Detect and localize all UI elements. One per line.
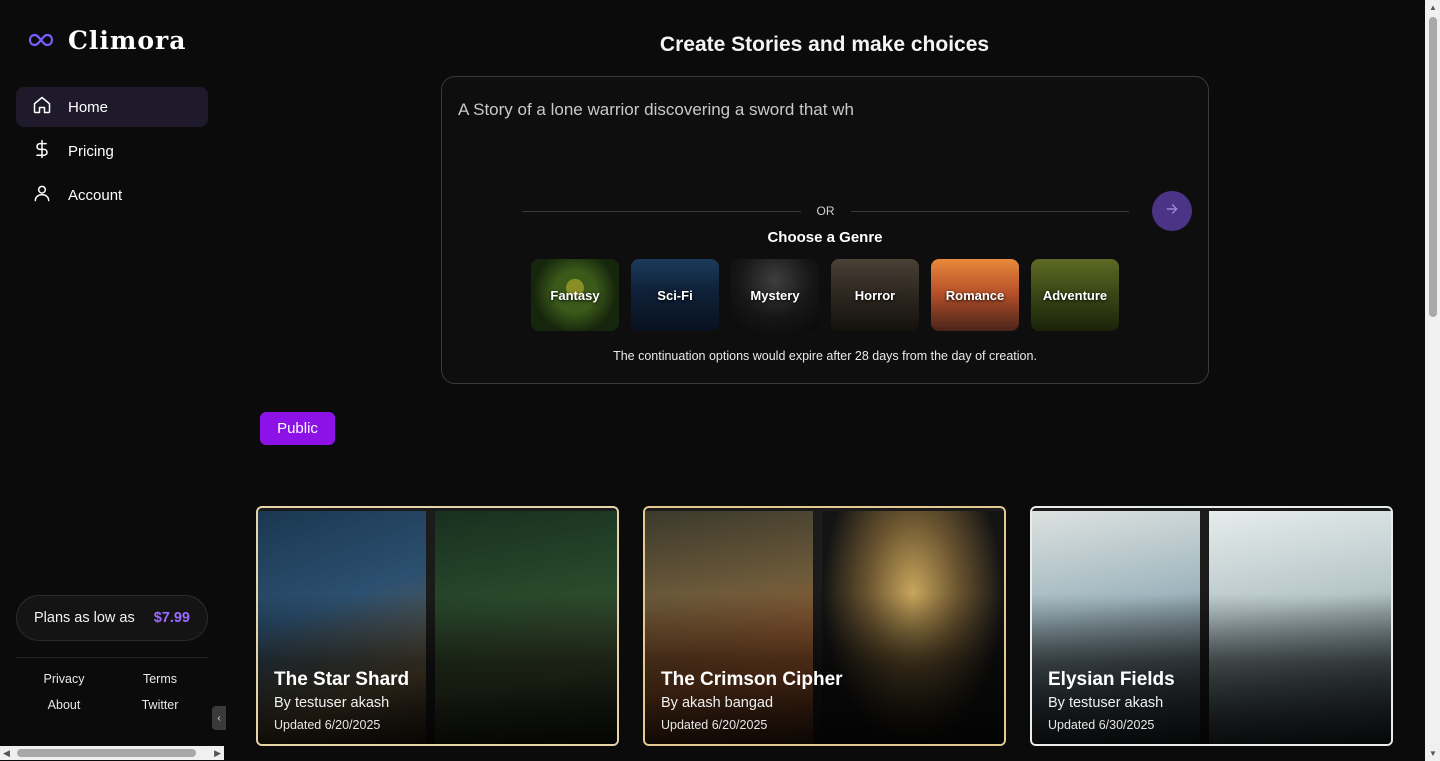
create-story-panel: OR Choose a Genre Fantasy Sci-Fi Mystery <box>441 76 1209 384</box>
story-card[interactable]: Elysian Fields By testuser akash Updated… <box>1030 506 1393 746</box>
sidebar-divider <box>16 657 208 658</box>
scrollbar-thumb[interactable] <box>17 749 196 757</box>
sidebar: Climora Home Pricing Account Plans as lo… <box>0 0 226 761</box>
genre-adventure[interactable]: Adventure <box>1031 259 1119 331</box>
divider-line <box>522 210 801 212</box>
scroll-down-icon[interactable]: ▼ <box>1429 749 1437 758</box>
horizontal-scrollbar[interactable]: ◀ ▶ <box>0 746 224 760</box>
genre-title: Choose a Genre <box>767 229 883 246</box>
scroll-up-icon[interactable]: ▲ <box>1429 3 1437 12</box>
genre-label: Horror <box>854 287 896 303</box>
genre-label: Mystery <box>750 287 800 303</box>
genre-label: Adventure <box>1042 287 1108 303</box>
infinity-icon <box>28 24 54 56</box>
story-updated: Updated 6/20/2025 <box>274 718 381 732</box>
plans-text: Plans as low as <box>34 610 135 626</box>
twitter-link[interactable]: Twitter <box>112 698 208 712</box>
genre-fantasy[interactable]: Fantasy <box>531 259 619 331</box>
vertical-scrollbar[interactable]: ▲ ▼ <box>1425 0 1440 761</box>
story-updated: Updated 6/30/2025 <box>1048 718 1155 732</box>
chevron-left-icon: ‹ <box>217 712 221 724</box>
brand-name: Climora <box>68 25 187 55</box>
or-divider: OR <box>522 203 1129 219</box>
sidebar-item-label: Account <box>68 186 123 204</box>
plans-price: $7.99 <box>153 610 190 626</box>
genre-list: Fantasy Sci-Fi Mystery Horror Romance Ad… <box>531 259 1119 331</box>
genre-label: Romance <box>945 287 1005 303</box>
expiry-note: The continuation options would expire af… <box>613 349 1037 363</box>
sidebar-item-account[interactable]: Account <box>16 175 208 215</box>
main-content: Create Stories and make choices OR Choos… <box>224 0 1425 761</box>
story-updated: Updated 6/20/2025 <box>661 718 768 732</box>
or-label: OR <box>816 204 835 218</box>
logo[interactable]: Climora <box>28 24 186 56</box>
sidebar-item-home[interactable]: Home <box>16 87 208 127</box>
sidebar-item-label: Home <box>68 98 109 116</box>
dollar-icon <box>32 139 68 164</box>
story-card[interactable]: The Star Shard By testuser akash Updated… <box>256 506 619 746</box>
submit-prompt-button[interactable] <box>1152 191 1192 231</box>
sidebar-item-label: Pricing <box>68 142 114 160</box>
story-author: By akash bangad <box>661 695 774 711</box>
plans-banner[interactable]: Plans as low as $7.99 <box>16 595 208 641</box>
scroll-left-icon[interactable]: ◀ <box>3 748 10 759</box>
footer-links: Privacy Terms About Twitter <box>16 672 208 712</box>
divider-line <box>850 210 1129 212</box>
terms-link[interactable]: Terms <box>112 672 208 686</box>
sidebar-nav: Home Pricing Account <box>16 87 208 219</box>
story-title: Elysian Fields <box>1048 669 1175 690</box>
page-title: Create Stories and make choices <box>659 33 990 56</box>
scrollbar-thumb[interactable] <box>1429 17 1437 317</box>
scroll-right-icon[interactable]: ▶ <box>214 748 221 759</box>
privacy-link[interactable]: Privacy <box>16 672 112 686</box>
about-link[interactable]: About <box>16 698 112 712</box>
story-author: By testuser akash <box>1048 695 1164 711</box>
home-icon <box>32 95 68 120</box>
sidebar-item-pricing[interactable]: Pricing <box>16 131 208 171</box>
app: Climora Home Pricing Account Plans as lo… <box>0 0 1440 761</box>
arrow-right-icon <box>1165 202 1179 221</box>
public-filter-button[interactable]: Public <box>260 412 335 445</box>
user-icon <box>32 183 68 208</box>
story-title: The Crimson Cipher <box>661 669 843 690</box>
story-author: By testuser akash <box>274 695 390 711</box>
story-prompt-input[interactable] <box>458 95 1188 125</box>
genre-romance[interactable]: Romance <box>931 259 1019 331</box>
story-card[interactable]: The Crimson Cipher By akash bangad Updat… <box>643 506 1006 746</box>
genre-horror[interactable]: Horror <box>831 259 919 331</box>
genre-label: Fantasy <box>550 287 600 303</box>
story-title: The Star Shard <box>274 669 410 690</box>
genre-label: Sci-Fi <box>657 287 693 303</box>
genre-mystery[interactable]: Mystery <box>731 259 819 331</box>
genre-sci-fi[interactable]: Sci-Fi <box>631 259 719 331</box>
